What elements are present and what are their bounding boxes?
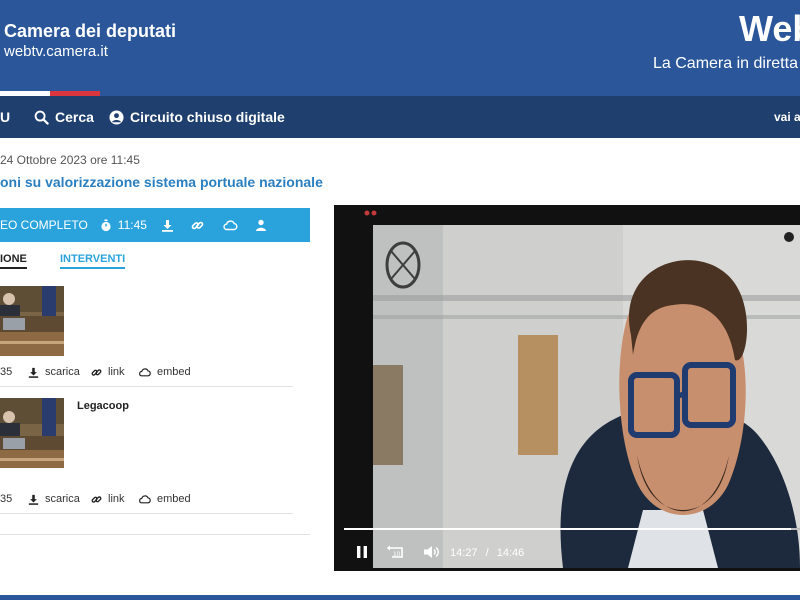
nav-search-label: Cerca (55, 109, 94, 125)
entry-actions: 35 scarica link embed (0, 493, 293, 513)
service-title[interactable]: Web (739, 8, 800, 50)
video-frame[interactable] (373, 225, 800, 568)
page: Camera dei deputati webtv.camera.it Web … (0, 0, 800, 600)
video-link-button[interactable] (191, 219, 204, 232)
main-nav: U Cerca Circuito chiuso digitale vai a (0, 96, 800, 138)
progress-fill (344, 528, 791, 530)
stopwatch-icon (101, 219, 111, 231)
rewind-10-button[interactable]: 10 (386, 545, 406, 560)
download-label: scarica (45, 366, 80, 378)
site-url[interactable]: webtv.camera.it (4, 43, 108, 60)
video-time: 11:45 (100, 218, 147, 232)
download-icon (28, 494, 39, 505)
cloud-embed-icon (139, 494, 151, 503)
user-icon (109, 109, 124, 125)
cloud-embed-icon (139, 367, 151, 376)
link-icon (91, 368, 102, 376)
download-label: scarica (45, 493, 80, 505)
time-display: 14:27 / 14:46 (450, 547, 524, 559)
video-player[interactable]: 10 14:27 / 14:46 (334, 205, 800, 571)
content-tabs: IONE INTERVENTI (0, 250, 310, 272)
nav-item-menu[interactable]: U (0, 96, 10, 138)
thumbnail-image (0, 286, 64, 356)
time-separator: / (485, 547, 489, 559)
embed-button[interactable]: embed (138, 366, 191, 378)
download-button[interactable]: scarica (28, 493, 80, 505)
video-image (373, 225, 800, 568)
download-button[interactable]: scarica (28, 366, 80, 378)
link-button[interactable]: link (91, 366, 125, 378)
site-name[interactable]: Camera dei deputati (4, 21, 176, 42)
thumbnail-image (0, 398, 64, 468)
list-item: 35 scarica link embed (0, 286, 293, 408)
event-date: 24 Ottobre 2023 ore 11:45 (0, 153, 140, 167)
tab-session[interactable]: IONE (0, 253, 27, 269)
intervention-thumbnail[interactable] (0, 286, 64, 356)
nav-item-search[interactable]: Cerca (34, 96, 94, 138)
video-download-button[interactable] (161, 219, 174, 232)
svg-text:10: 10 (393, 551, 401, 558)
site-header: Camera dei deputati webtv.camera.it Web … (0, 0, 800, 96)
embed-label: embed (157, 493, 191, 505)
list-item: Legacoop 35 scarica link embed (0, 398, 293, 520)
embed-label: embed (157, 366, 191, 378)
entry-duration: 35 (0, 493, 13, 505)
pause-icon (357, 546, 367, 558)
volume-icon (424, 546, 439, 558)
video-complete-bar: EO COMPLETO 11:45 (0, 208, 310, 242)
progress-bar[interactable] (344, 528, 800, 530)
cloud-embed-icon (223, 219, 238, 230)
link-icon (191, 221, 204, 229)
video-speaker-button[interactable] (255, 219, 267, 232)
download-icon (161, 219, 173, 232)
footer-bar (0, 595, 800, 600)
intervention-thumbnail[interactable] (0, 398, 64, 468)
embed-button[interactable]: embed (138, 493, 191, 505)
current-time: 14:27 (450, 547, 478, 559)
link-label: link (108, 366, 125, 378)
person-icon (255, 219, 266, 231)
rewind-10-icon: 10 (386, 545, 403, 558)
download-icon (28, 367, 39, 378)
service-subtitle: La Camera in diretta (653, 55, 798, 72)
nav-item-goto[interactable]: vai a (774, 96, 800, 138)
volume-button[interactable] (423, 545, 440, 559)
total-time: 14:46 (496, 547, 525, 559)
link-icon (91, 495, 102, 503)
nav-circuit-label: Circuito chiuso digitale (130, 109, 285, 125)
recording-indicator-icon (364, 210, 377, 216)
nav-item-circuit[interactable]: Circuito chiuso digitale (109, 96, 285, 138)
link-label: link (108, 493, 125, 505)
player-controls: 10 14:27 / 14:46 (334, 541, 800, 565)
video-time-value: 11:45 (117, 218, 147, 232)
pause-button[interactable] (356, 545, 368, 559)
link-button[interactable]: link (91, 493, 125, 505)
event-title[interactable]: oni su valorizzazione sistema portuale n… (0, 174, 323, 190)
video-complete-label[interactable]: EO COMPLETO (0, 218, 88, 232)
search-icon (34, 110, 49, 125)
entry-duration: 35 (0, 366, 13, 378)
entry-actions: 35 scarica link embed (0, 366, 293, 386)
video-embed-button[interactable] (222, 219, 239, 232)
tab-interventions[interactable]: INTERVENTI (60, 253, 126, 269)
list-end-divider (0, 534, 310, 535)
entry-divider (0, 513, 293, 514)
intervention-label: Legacoop (77, 400, 129, 412)
entry-divider (0, 386, 293, 387)
